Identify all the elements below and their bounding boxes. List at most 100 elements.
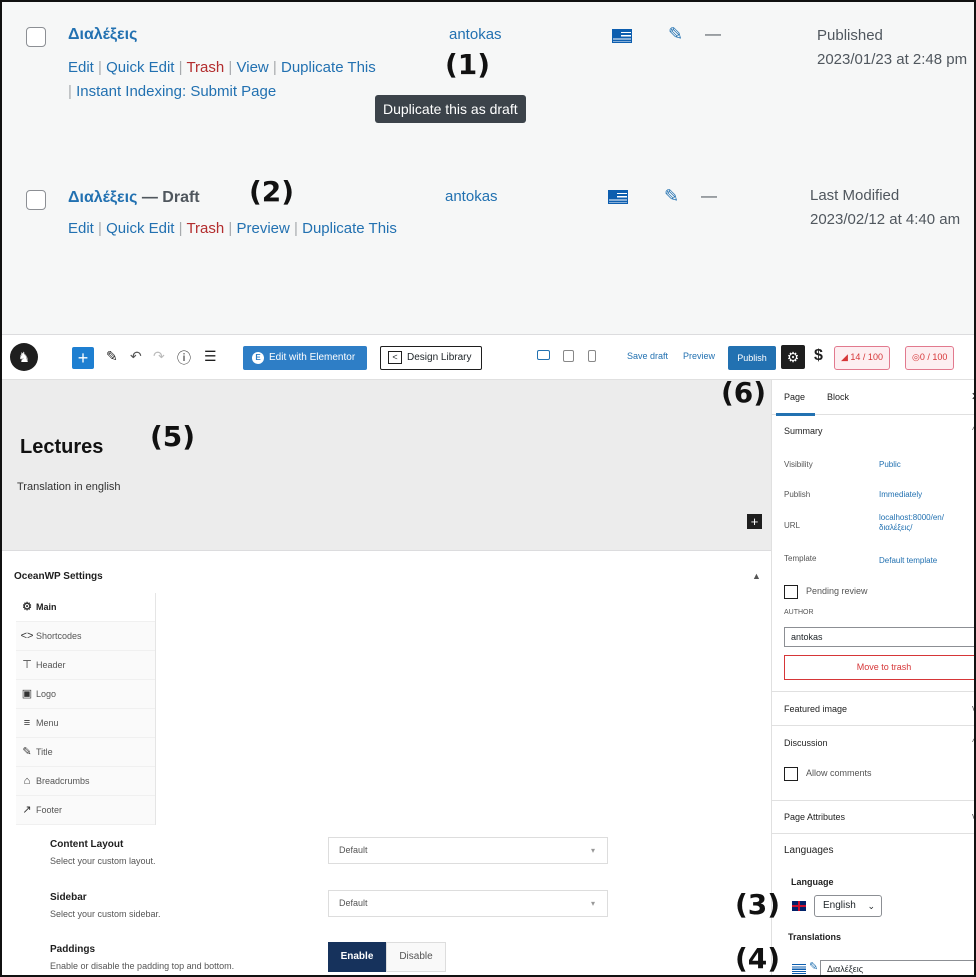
add-block-button[interactable]: + (72, 347, 94, 369)
undo-icon[interactable]: ↶ (130, 348, 142, 365)
languages-heading: Languages (784, 845, 834, 856)
readability-score-badge[interactable]: ◎0 / 100 (905, 346, 955, 370)
content-layout-section: Content Layout Select your custom layout… (50, 839, 156, 866)
author-select[interactable]: antokas (784, 627, 974, 647)
chevron-down-icon: ▾ (590, 846, 595, 855)
wrench-icon: ✎ (22, 746, 32, 758)
oceanwp-nav-breadcrumbs[interactable]: ⌂ Breadcrumbs (16, 767, 155, 796)
discussion-heading[interactable]: Discussion (784, 738, 828, 748)
redo-icon[interactable]: ↷ (153, 348, 165, 365)
elementor-icon: E (252, 352, 264, 364)
content-layout-select[interactable]: Default ▾ (328, 837, 608, 864)
oceanwp-nav-header[interactable]: ⊤ Header (16, 651, 155, 680)
sidebar-desc: Select your custom sidebar. (50, 909, 161, 919)
library-icon: < (388, 351, 402, 364)
chevron-down-icon[interactable]: v (972, 703, 974, 713)
edit-with-elementor-label: Edit with Elementor (269, 352, 356, 363)
separator: | (294, 220, 298, 237)
date-status: Last Modified (810, 187, 900, 204)
site-logo-icon[interactable]: ♞ (10, 343, 38, 371)
oceanwp-nav-title[interactable]: ✎ Title (16, 738, 155, 767)
save-draft-button[interactable]: Save draft (627, 351, 668, 361)
edit-link[interactable]: Edit (68, 220, 94, 237)
settings-gear-icon[interactable]: ⚙ (781, 345, 805, 369)
row-checkbox[interactable] (26, 190, 46, 210)
quick-edit-link[interactable]: Quick Edit (106, 220, 174, 237)
separator: | (178, 220, 183, 237)
annotation-2: (2) (249, 175, 295, 208)
content-layout-label: Content Layout (50, 839, 124, 850)
divider (772, 691, 974, 692)
publish-value[interactable]: Immediately (879, 490, 922, 500)
options-kebab-icon[interactable]: ⋮ (968, 349, 974, 366)
author-link[interactable]: antokas (445, 188, 498, 205)
page-paragraph[interactable]: Translation in english (17, 481, 121, 493)
hammer-icon: ↗ (22, 804, 32, 816)
duplicate-this-link[interactable]: Duplicate This (302, 220, 397, 237)
info-icon[interactable]: ⓘ (177, 348, 191, 368)
design-library-button[interactable]: < Design Library (380, 346, 482, 370)
nav-label: Header (36, 660, 66, 670)
visibility-value[interactable]: Public (879, 460, 901, 470)
allow-comments-checkbox[interactable] (784, 767, 798, 781)
page-attributes-heading[interactable]: Page Attributes (784, 812, 845, 822)
summary-heading[interactable]: Summary (784, 426, 823, 436)
sidebar-select[interactable]: Default ▾ (328, 890, 608, 917)
design-library-label: Design Library (407, 352, 472, 363)
tablet-preview-icon[interactable] (563, 350, 574, 362)
tab-page[interactable]: Page (775, 392, 816, 416)
author-heading: AUTHOR (784, 609, 814, 616)
language-select[interactable]: English ⌄ (814, 895, 882, 917)
desktop-preview-icon[interactable] (537, 350, 550, 360)
edit-pen-icon[interactable]: ✎ (106, 348, 118, 365)
oceanwp-title[interactable]: OceanWP Settings (14, 571, 103, 582)
close-icon[interactable]: ✕ (971, 390, 974, 403)
oceanwp-nav-main[interactable]: ⚙ Main (16, 593, 155, 622)
pending-review-checkbox[interactable] (784, 585, 798, 599)
paddings-label: Paddings (50, 944, 96, 955)
template-value[interactable]: Default template (879, 556, 937, 566)
no-translation-dash: — (701, 188, 717, 205)
pages-list: Διαλέξεις Edit | Quick Edit | Trash | Vi… (2, 2, 974, 335)
oceanwp-nav-logo[interactable]: ▣ Logo (16, 680, 155, 709)
chevron-up-icon[interactable]: ^ (972, 737, 974, 747)
featured-image-heading[interactable]: Featured image (784, 704, 847, 714)
row-title-link[interactable]: Διαλέξεις — Draft (68, 189, 200, 207)
page-title[interactable]: Lectures (20, 436, 103, 459)
sidebar-tabs: Page Block ✕ (772, 380, 974, 416)
oceanwp-nav-menu[interactable]: ≡ Menu (16, 709, 155, 738)
list-view-icon[interactable]: ☰ (204, 348, 217, 365)
oceanwp-nav-shortcodes[interactable]: <> Shortcodes (16, 622, 155, 651)
menu-icon: ≡ (23, 717, 31, 729)
pencil-icon[interactable]: ✎ (809, 960, 818, 973)
edit-with-elementor-button[interactable]: E Edit with Elementor (243, 346, 367, 370)
chevron-up-icon[interactable]: ^ (972, 425, 974, 435)
chevron-down-icon: ▾ (590, 899, 595, 908)
seo-score-badge[interactable]: ◢ 14 / 100 (834, 346, 890, 370)
collapse-caret-icon[interactable]: ▲ (752, 571, 761, 581)
translation-input[interactable]: Διαλέξεις (820, 960, 974, 975)
language-value: English (823, 900, 856, 911)
move-to-trash-button[interactable]: Move to trash (784, 655, 974, 680)
paddings-enable-button[interactable]: Enable (328, 942, 386, 972)
seo-s-icon[interactable]: $ (814, 347, 823, 365)
preview-button[interactable]: Preview (683, 351, 715, 361)
oceanwp-nav: ⚙ Main <> Shortcodes ⊤ Header ▣ Logo ≡ Menu ✎… (16, 593, 156, 825)
chevron-down-icon[interactable]: v (972, 811, 974, 821)
url-line-1: localhost:8000/en/ (879, 513, 944, 522)
paddings-disable-button[interactable]: Disable (386, 942, 446, 972)
content-layout-desc: Select your custom layout. (50, 856, 156, 866)
seo-score-text: 14 / 100 (850, 352, 883, 362)
row-title-text[interactable]: Διαλέξεις (68, 189, 137, 206)
pencil-icon[interactable]: ✎ (664, 186, 679, 207)
preview-link[interactable]: Preview (237, 220, 290, 237)
url-value[interactable]: localhost:8000/en/ διαλέξεις/ (879, 513, 944, 533)
mobile-preview-icon[interactable] (588, 350, 596, 362)
inline-add-block-icon[interactable]: + (747, 514, 762, 529)
oceanwp-nav-footer[interactable]: ↗ Footer (16, 796, 155, 825)
trash-link[interactable]: Trash (186, 220, 224, 237)
tab-block[interactable]: Block (827, 392, 849, 402)
date-value: 2023/02/12 at 4:40 am (810, 211, 961, 228)
divider (772, 800, 974, 801)
publish-button[interactable]: Publish (728, 346, 776, 370)
